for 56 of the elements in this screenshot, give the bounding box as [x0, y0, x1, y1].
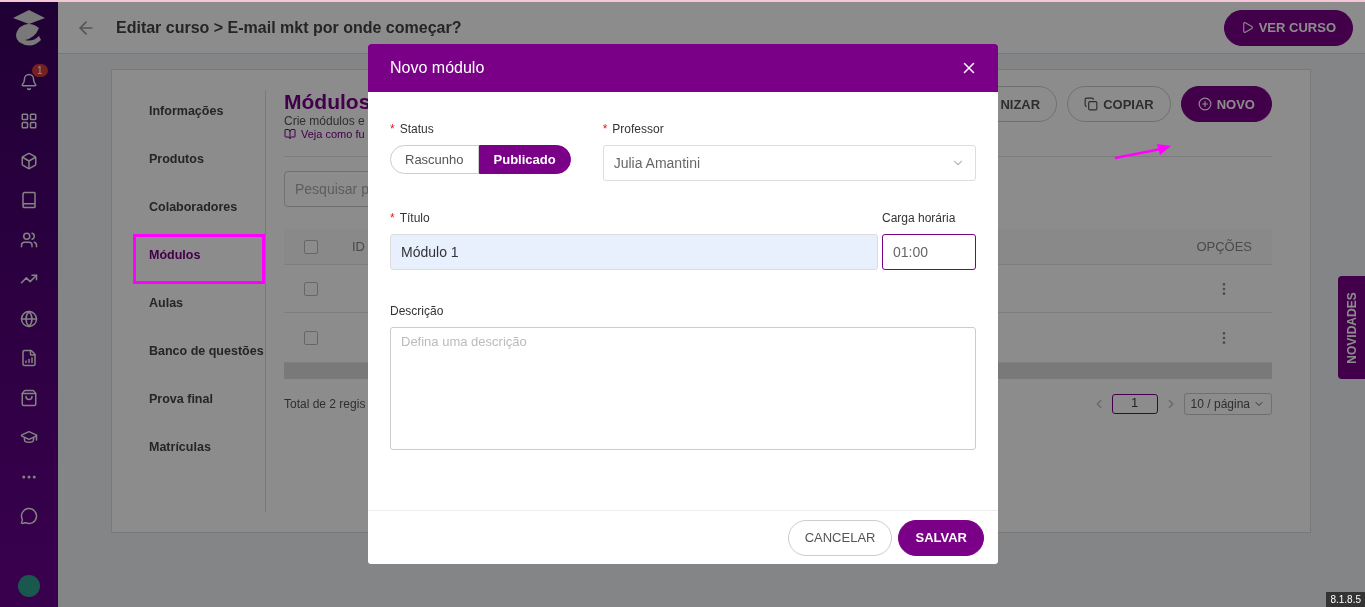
bag-icon[interactable] [20, 388, 38, 407]
total-text: Total de 2 regis [284, 397, 366, 411]
book-icon[interactable] [20, 191, 38, 210]
status-option[interactable]: Rascunho [390, 145, 479, 174]
dialog-title: Novo módulo [390, 59, 485, 77]
news-tab[interactable]: NOVIDADES [1338, 276, 1365, 379]
nav-item[interactable]: Aulas [112, 296, 265, 344]
grid-icon[interactable] [20, 112, 38, 131]
cube-icon[interactable] [20, 151, 38, 170]
help-link[interactable]: Veja como fu [301, 128, 365, 140]
nav-item[interactable]: Colaboradores [112, 200, 265, 248]
checkbox[interactable] [304, 330, 318, 345]
required-mark: * [390, 122, 395, 136]
field-label: Carga horária [882, 211, 956, 225]
pointer-arrow [1113, 142, 1173, 162]
plus-circle-icon [1197, 97, 1212, 111]
file-chart-icon[interactable] [20, 349, 38, 368]
field-label: Status [399, 122, 434, 136]
checkbox[interactable] [304, 239, 318, 254]
chat-icon[interactable] [20, 507, 38, 526]
copy-icon [1084, 97, 1099, 111]
hours-field[interactable]: 01:00 [882, 234, 976, 270]
view-course-button[interactable]: VER CURSO [1223, 9, 1353, 46]
professor-select[interactable]: Julia Amantini [602, 145, 976, 181]
column-header: ID [352, 239, 365, 254]
version-label: 8.1.8.5 [1326, 592, 1365, 607]
action-button[interactable]: NOVO [1180, 86, 1272, 122]
field-label: Título [399, 211, 430, 225]
page-size-select[interactable]: 10 / página [1183, 393, 1272, 415]
globe-icon[interactable] [20, 309, 38, 328]
nav-item[interactable]: Banco de questões [112, 344, 265, 392]
save-button[interactable]: SALVAR [898, 519, 984, 556]
bell-icon[interactable] [20, 72, 38, 91]
required-mark: * [602, 122, 608, 136]
book-icon [284, 128, 296, 140]
page-field[interactable]: 1 [1111, 394, 1158, 414]
page-title: Editar curso > E-mail mkt por onde começar? [116, 18, 463, 37]
column-header: OPÇÕES [1196, 239, 1252, 254]
cancel-button[interactable]: CANCELAR [787, 519, 893, 556]
nav-item[interactable]: Produtos [112, 152, 265, 200]
nav-item[interactable]: Módulos [112, 248, 265, 296]
field-label: Professor [612, 122, 664, 136]
notification-badge: 1 [32, 64, 48, 77]
nav-item[interactable]: Matrículas [112, 440, 265, 488]
section-subtitle: Crie módulos e [284, 114, 366, 128]
checkbox[interactable] [304, 281, 318, 296]
title-field[interactable]: Módulo 1 [390, 234, 878, 270]
required-mark: * [390, 211, 395, 225]
nav-item[interactable]: Informações [112, 104, 265, 152]
action-button[interactable]: COPIAR [1067, 86, 1171, 122]
field-label: Descrição [390, 304, 444, 318]
play-icon [1240, 21, 1254, 34]
nav-item[interactable]: Prova final [112, 392, 265, 440]
section-title: Módulos [284, 90, 371, 114]
status-option[interactable]: Publicado [478, 145, 571, 174]
users-icon[interactable] [20, 230, 38, 249]
